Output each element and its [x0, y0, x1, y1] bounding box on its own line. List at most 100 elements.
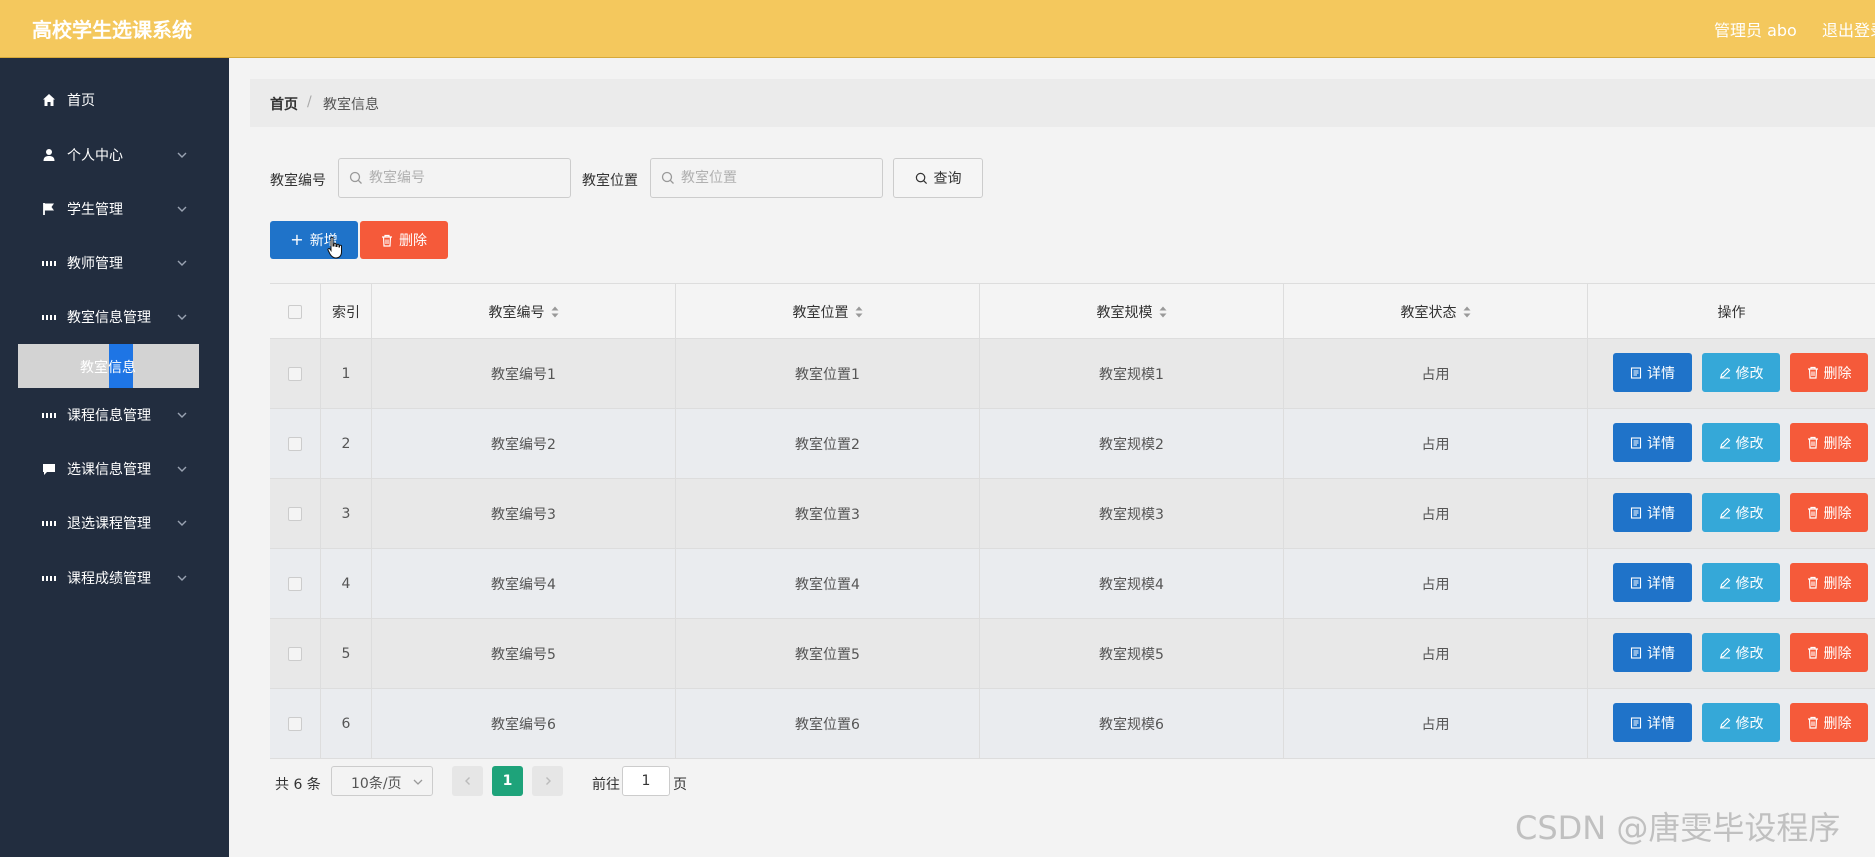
- table-row: 2 教室编号2 教室位置2 教室规模2 占用 详情 修改 删除: [270, 409, 1875, 479]
- grid-icon: [42, 256, 56, 270]
- logout-link[interactable]: 退出登录: [1822, 17, 1875, 41]
- sort-icon[interactable]: [855, 306, 863, 318]
- row-checkbox[interactable]: [288, 716, 302, 731]
- cell-index: 4: [321, 549, 372, 618]
- cell-index: 3: [321, 479, 372, 548]
- sidebar-item-label: 首页: [67, 93, 95, 109]
- cell-index: 6: [321, 689, 372, 758]
- edit-button[interactable]: 修改: [1702, 703, 1780, 742]
- edit-button[interactable]: 修改: [1702, 493, 1780, 532]
- chevron-down-icon: [413, 779, 423, 785]
- row-checkbox[interactable]: [288, 366, 302, 381]
- sidebar-subitem-classroom-info[interactable]: 教室信息: [18, 344, 199, 388]
- query-button[interactable]: 查询: [893, 158, 983, 198]
- sort-icon[interactable]: [1463, 306, 1471, 318]
- edit-icon: [1719, 437, 1730, 448]
- document-icon: [1630, 716, 1642, 729]
- classroom-code-input[interactable]: [369, 160, 549, 196]
- sidebar-item-teachers[interactable]: 教师管理: [0, 243, 229, 283]
- detail-button-label: 详情: [1647, 365, 1675, 382]
- next-page-button[interactable]: [532, 766, 563, 796]
- row-checkbox[interactable]: [288, 506, 302, 521]
- prev-page-button[interactable]: [452, 766, 483, 796]
- search-icon: [661, 171, 674, 184]
- row-select-cell: [270, 689, 321, 758]
- edit-icon: [1719, 647, 1730, 658]
- delete-button[interactable]: 删除: [1790, 423, 1868, 462]
- page-number-current[interactable]: 1: [492, 766, 523, 796]
- delete-button[interactable]: 删除: [1790, 353, 1868, 392]
- delete-button[interactable]: 删除: [1790, 563, 1868, 602]
- header-classroom-location[interactable]: 教室位置: [676, 284, 980, 339]
- sidebar-item-course-selection[interactable]: 选课信息管理: [0, 449, 229, 489]
- chevron-down-icon: [177, 575, 187, 581]
- detail-button-label: 详情: [1647, 435, 1675, 452]
- detail-button[interactable]: 详情: [1613, 563, 1692, 602]
- sidebar-item-course-withdrawal[interactable]: 退选课程管理: [0, 503, 229, 543]
- table-row: 1 教室编号1 教室位置1 教室规模1 占用 详情 修改 删除: [270, 339, 1875, 409]
- cell-classroom-code: 教室编号6: [372, 689, 676, 758]
- delete-button[interactable]: 删除: [1790, 703, 1868, 742]
- sidebar-item-label: 个人中心: [67, 148, 123, 164]
- sort-icon[interactable]: [551, 306, 559, 318]
- chevron-left-icon: [464, 777, 470, 785]
- select-all-checkbox[interactable]: [288, 304, 302, 319]
- sidebar-item-course-info[interactable]: 课程信息管理: [0, 395, 229, 435]
- header-classroom-scale[interactable]: 教室规模: [980, 284, 1284, 339]
- header-classroom-status[interactable]: 教室状态: [1284, 284, 1588, 339]
- detail-button[interactable]: 详情: [1613, 703, 1692, 742]
- header-classroom-code[interactable]: 教室编号: [372, 284, 676, 339]
- admin-user-label[interactable]: 管理员 abo: [1714, 17, 1797, 41]
- edit-button[interactable]: 修改: [1702, 353, 1780, 392]
- sidebar-item-personal-center[interactable]: 个人中心: [0, 135, 229, 175]
- classroom-table: 索引 教室编号 教室位置 教室规模 教室状态 操作 1 教室编号1 教室位置1 教室规…: [270, 283, 1875, 759]
- detail-button-label: 详情: [1647, 575, 1675, 592]
- add-button[interactable]: + 新增: [270, 221, 358, 259]
- goto-page-input[interactable]: [622, 766, 670, 796]
- delete-button-label: 删除: [1823, 715, 1852, 732]
- sidebar-item-students[interactable]: 学生管理: [0, 189, 229, 229]
- row-select-cell: [270, 619, 321, 688]
- sort-icon[interactable]: [1159, 306, 1167, 318]
- sidebar-item-label: 课程成绩管理: [67, 571, 151, 587]
- breadcrumb-home[interactable]: 首页: [270, 94, 298, 114]
- sidebar-item-home[interactable]: 首页: [0, 80, 229, 120]
- edit-button[interactable]: 修改: [1702, 563, 1780, 602]
- page-size-select[interactable]: 10条/页: [331, 766, 433, 796]
- sidebar: 首页 个人中心 学生管理 教师管理 教室信息管理 教室信息 课程信息管理 选课信…: [0, 58, 229, 857]
- chevron-up-icon: [177, 314, 187, 320]
- trash-icon: [1807, 646, 1818, 659]
- row-checkbox[interactable]: [288, 436, 302, 451]
- sidebar-item-course-grades[interactable]: 课程成绩管理: [0, 558, 229, 598]
- batch-delete-button[interactable]: 删除: [360, 221, 448, 259]
- row-checkbox[interactable]: [288, 646, 302, 661]
- delete-button[interactable]: 删除: [1790, 493, 1868, 532]
- top-bar: 高校学生选课系统 管理员 abo 退出登录: [0, 0, 1875, 58]
- delete-button-label: 删除: [1823, 645, 1852, 662]
- table-row: 5 教室编号5 教室位置5 教室规模5 占用 详情 修改 删除: [270, 619, 1875, 689]
- row-checkbox[interactable]: [288, 576, 302, 591]
- classroom-location-input[interactable]: [681, 160, 861, 196]
- classroom-code-label: 教室编号: [270, 173, 326, 189]
- detail-button[interactable]: 详情: [1613, 353, 1692, 392]
- sidebar-item-classroom-info[interactable]: 教室信息管理: [0, 297, 229, 337]
- document-icon: [1630, 506, 1642, 519]
- detail-button[interactable]: 详情: [1613, 423, 1692, 462]
- table-row: 4 教室编号4 教室位置4 教室规模4 占用 详情 修改 删除: [270, 549, 1875, 619]
- detail-button-label: 详情: [1647, 645, 1675, 662]
- cell-classroom-code: 教室编号3: [372, 479, 676, 548]
- classroom-location-field[interactable]: [650, 158, 883, 198]
- cell-classroom-status: 占用: [1284, 689, 1588, 758]
- classroom-code-field[interactable]: [338, 158, 571, 198]
- edit-button[interactable]: 修改: [1702, 423, 1780, 462]
- delete-button[interactable]: 删除: [1790, 633, 1868, 672]
- cell-classroom-code: 教室编号4: [372, 549, 676, 618]
- detail-button[interactable]: 详情: [1613, 633, 1692, 672]
- detail-button[interactable]: 详情: [1613, 493, 1692, 532]
- edit-button-label: 修改: [1735, 575, 1764, 592]
- edit-button[interactable]: 修改: [1702, 633, 1780, 672]
- header-actions: 操作: [1588, 284, 1875, 339]
- cell-classroom-scale: 教室规模5: [980, 619, 1284, 688]
- cell-classroom-location: 教室位置2: [676, 409, 980, 478]
- cell-index: 5: [321, 619, 372, 688]
